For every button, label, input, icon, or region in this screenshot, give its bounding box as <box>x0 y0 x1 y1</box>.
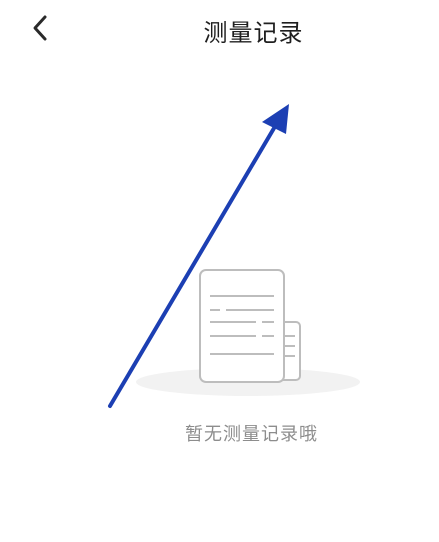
page-title: 测量记录 <box>203 19 304 47</box>
measurement-records-screen: 测量记录 暂无测量记录哦 <box>0 0 439 542</box>
empty-state-message: 暂无测量记录哦 <box>185 424 318 445</box>
document-icon <box>136 269 360 396</box>
header-bar: 测量记录 <box>0 0 439 58</box>
